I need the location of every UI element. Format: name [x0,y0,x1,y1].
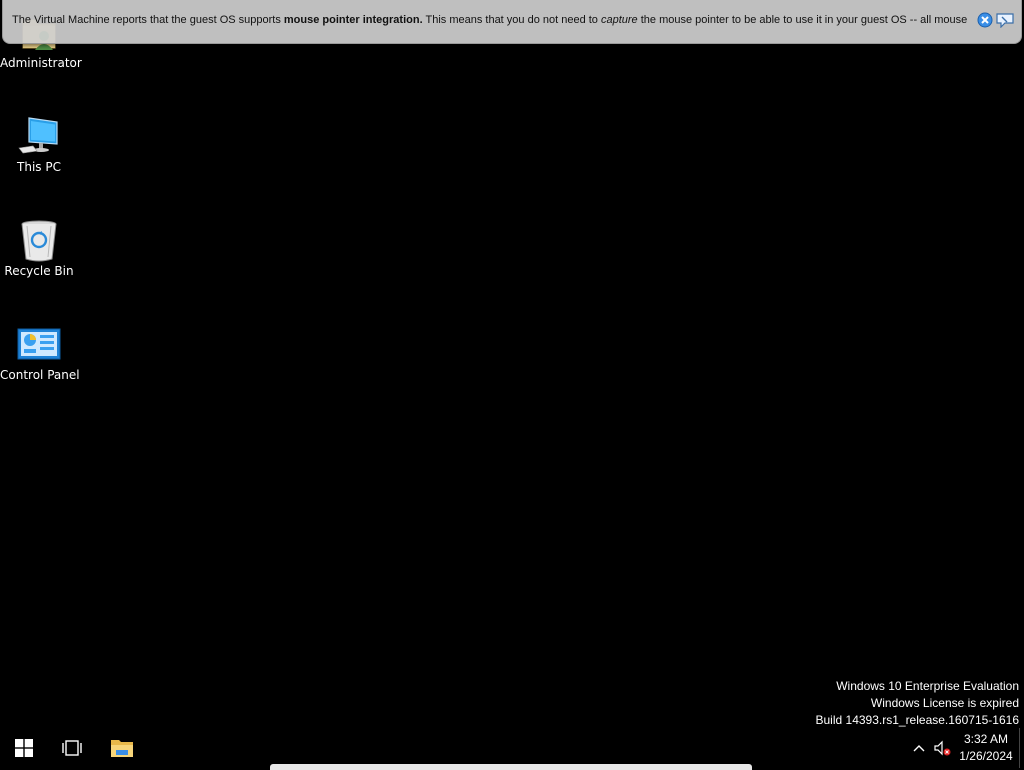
close-circle-icon[interactable] [977,12,993,28]
desktop-icon-control-panel[interactable]: Control Panel [0,322,80,383]
windows-logo-icon [15,739,33,757]
clock-date: 1/26/2024 [959,749,1013,763]
taskbar-clock[interactable]: 3:32 AM 1/26/2024 [952,731,1020,765]
window-edge-strip [270,764,752,770]
windows-watermark: Windows 10 Enterprise Evaluation Windows… [816,678,1020,729]
task-view-icon [62,740,82,756]
vm-notification-banner: The Virtual Machine reports that the gue… [2,0,1022,44]
clock-time: 3:32 AM [963,732,1009,746]
recycle-bin-icon [17,218,61,262]
desktop-icon-label: Recycle Bin [4,264,74,278]
vm-banner-text-bold: mouse pointer integration. [283,14,423,26]
desktop: Administrator This PC Recycle Bin Contro… [0,0,1024,728]
vm-banner-text-prefix: The Virtual Machine reports that the gue… [12,14,284,26]
desktop-icon-label: Administrator [0,56,82,70]
control-panel-icon [17,322,61,366]
watermark-edition: Windows 10 Enterprise Evaluation [836,679,1019,693]
vm-banner-message: The Virtual Machine reports that the gue… [12,14,972,26]
desktop-icon-this-pc[interactable]: This PC [0,114,78,175]
file-explorer-button[interactable] [98,728,146,768]
task-view-button[interactable] [48,728,96,768]
vm-banner-text-suffix: the mouse pointer to be able to use it i… [637,14,968,26]
tray-overflow-button[interactable] [906,728,932,768]
chevron-up-icon [913,745,925,752]
speaker-muted-icon [934,740,951,756]
volume-button[interactable] [930,728,954,768]
file-explorer-icon [111,740,133,757]
speech-bubble-icon[interactable] [996,12,1014,29]
desktop-icon-recycle-bin[interactable]: Recycle Bin [0,218,78,279]
computer-icon [17,114,61,158]
watermark-build: Build 14393.rs1_release.160715-1616 [815,713,1020,727]
show-desktop-button[interactable] [1019,728,1024,768]
start-button[interactable] [0,728,48,768]
vm-banner-text-italic: capture [600,14,638,26]
taskbar: 3:32 AM 1/26/2024 [0,728,1024,768]
desktop-icon-label: This PC [17,160,61,174]
desktop-icon-label: Control Panel [0,368,80,382]
vm-banner-text-mid: This means that you do not need to [422,14,601,26]
watermark-license: Windows License is expired [870,696,1019,710]
